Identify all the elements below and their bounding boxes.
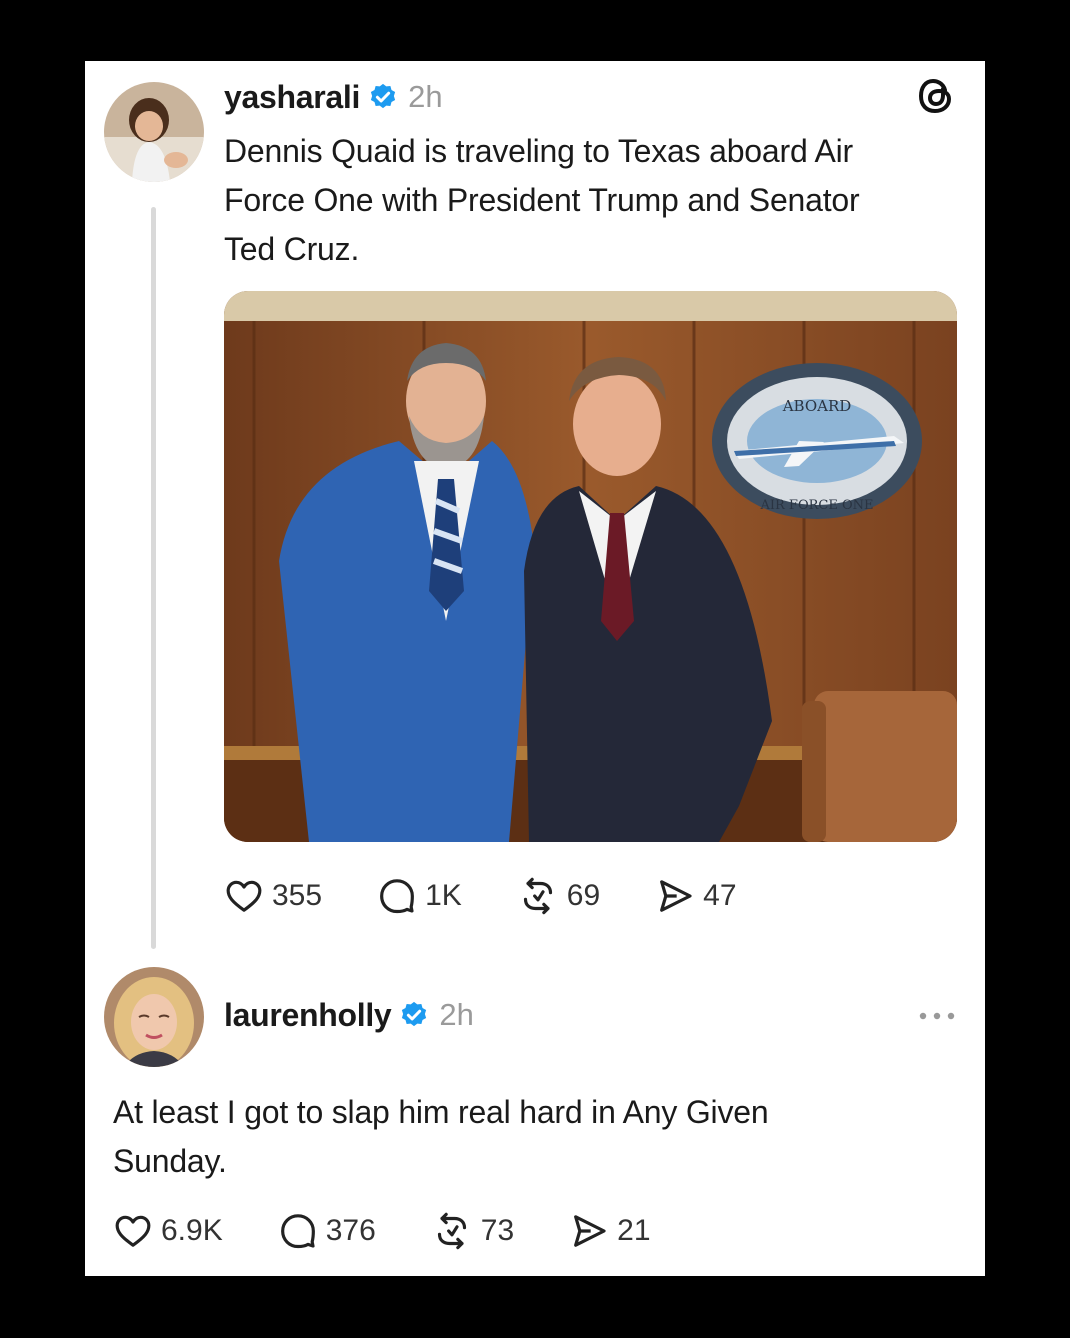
post-text-line: Ted Cruz. <box>224 231 360 267</box>
send-icon <box>574 1215 606 1247</box>
more-dots-icon[interactable] <box>917 1011 957 1021</box>
like-count: 355 <box>272 879 323 912</box>
reply-text-line: At least I got to slap him real hard in … <box>113 1094 769 1130</box>
like-button[interactable]: 355 <box>224 876 322 916</box>
thread-card: yasharali 2h Dennis Quaid is traveling t… <box>85 61 985 1276</box>
send-icon <box>660 880 692 912</box>
thread-line <box>151 207 156 949</box>
author-avatar[interactable] <box>104 82 204 182</box>
reply-count: 376 <box>325 1214 376 1247</box>
reply-button[interactable]: 376 <box>278 1211 376 1251</box>
verified-badge-icon <box>370 83 396 109</box>
reply-username[interactable]: laurenholly <box>224 997 392 1034</box>
reply-time: 2h <box>439 997 474 1032</box>
post-username[interactable]: yasharali <box>224 79 360 116</box>
reply-author-row: laurenholly 2h <box>224 995 474 1035</box>
share-count: 47 <box>703 879 737 912</box>
reply-text: At least I got to slap him real hard in … <box>113 1088 769 1186</box>
post-time: 2h <box>408 79 443 114</box>
like-count: 6.9K <box>161 1214 223 1247</box>
heart-icon <box>115 1215 151 1247</box>
comment-icon <box>380 879 414 914</box>
reply-text-line: Sunday. <box>113 1143 227 1179</box>
plaque-bottom-text: AIR FORCE ONE <box>759 498 873 513</box>
threads-logo-icon[interactable] <box>915 75 957 117</box>
heart-icon <box>226 880 262 912</box>
comment-icon <box>280 1214 315 1249</box>
reply-count: 1K <box>425 879 462 912</box>
share-button[interactable]: 21 <box>569 1211 651 1251</box>
plaque-top-text: ABOARD <box>782 397 852 415</box>
reply-author-avatar[interactable] <box>104 967 204 1067</box>
verified-badge-icon <box>402 1001 427 1027</box>
repost-count: 73 <box>480 1214 515 1247</box>
repost-count: 69 <box>566 879 601 912</box>
repost-icon <box>437 1212 466 1250</box>
post-text-line: Dennis Quaid is traveling to Texas aboar… <box>224 133 853 169</box>
repost-button[interactable]: 69 <box>517 876 600 916</box>
repost-icon <box>523 877 552 915</box>
post-text-line: Force One with President Trump and Senat… <box>224 182 860 218</box>
share-count: 21 <box>617 1214 651 1247</box>
post-actions: 355 1K 69 47 <box>224 874 737 918</box>
share-button[interactable]: 47 <box>655 876 737 916</box>
reply-button[interactable]: 1K <box>377 876 462 916</box>
post-photo[interactable]: ABOARD AIR FORCE ONE <box>224 291 957 842</box>
post-author-row: yasharali 2h <box>224 77 443 117</box>
reply-actions: 6.9K 376 73 21 <box>113 1209 651 1253</box>
post-text: Dennis Quaid is traveling to Texas aboar… <box>224 127 860 274</box>
like-button[interactable]: 6.9K <box>113 1211 223 1251</box>
repost-button[interactable]: 73 <box>431 1211 514 1251</box>
